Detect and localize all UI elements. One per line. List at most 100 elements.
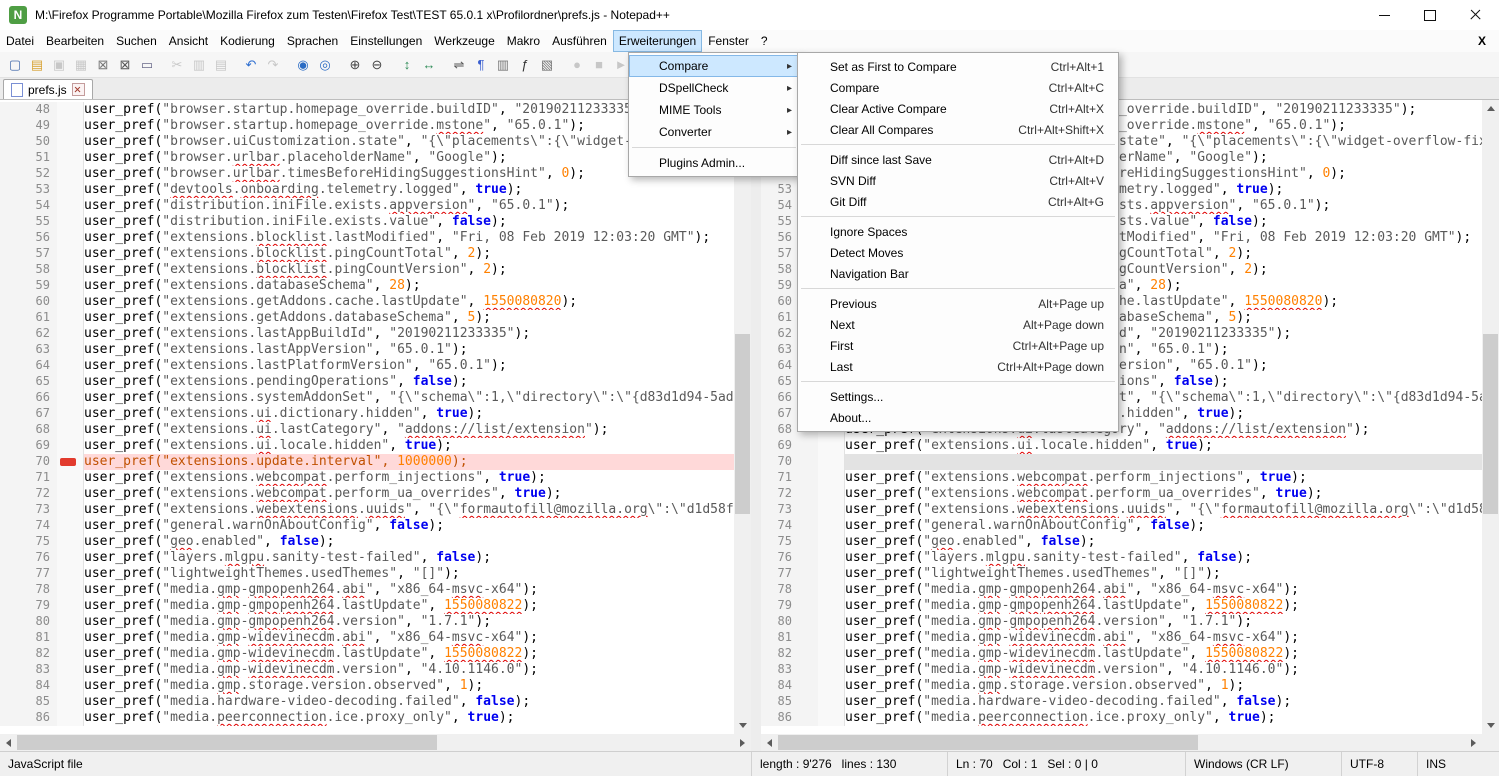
menu-einstellungen[interactable]: Einstellungen (344, 30, 428, 52)
code-line-83[interactable]: 83user_pref("media.gmp-widevinecdm.versi… (761, 662, 1482, 678)
code-line-69[interactable]: 69user_pref("extensions.ui.locale.hidden… (761, 438, 1482, 454)
code-line-78[interactable]: 78user_pref("media.gmp-gmpopenh264.abi",… (0, 582, 734, 598)
code-line-55[interactable]: 55user_pref("distribution.iniFile.exists… (0, 214, 734, 230)
code-line-70[interactable]: 70user_pref("extensions.update.interval"… (0, 454, 734, 470)
code-line-73[interactable]: 73user_pref("extensions.webextensions.uu… (0, 502, 734, 518)
status-insert-mode[interactable]: INS (1418, 752, 1499, 776)
menu-item-next[interactable]: NextAlt+Page down (798, 314, 1118, 335)
code-line-79[interactable]: 79user_pref("media.gmp-gmpopenh264.lastU… (761, 598, 1482, 614)
code-line-75[interactable]: 75user_pref("geo.enabled", false); (761, 534, 1482, 550)
open-file-icon[interactable]: ▤ (27, 55, 47, 75)
code-line-79[interactable]: 79user_pref("media.gmp-gmpopenh264.lastU… (0, 598, 734, 614)
show-all-characters-icon[interactable]: ¶ (471, 55, 491, 75)
left-vertical-scrollbar[interactable] (734, 100, 751, 734)
menu-werkzeuge[interactable]: Werkzeuge (428, 30, 500, 52)
menu-item-clear-all-compares[interactable]: Clear All ComparesCtrl+Alt+Shift+X (798, 119, 1118, 140)
undo-icon[interactable]: ↶ (241, 55, 261, 75)
code-line-56[interactable]: 56user_pref("extensions.blocklist.lastMo… (0, 230, 734, 246)
code-line-72[interactable]: 72user_pref("extensions.webcompat.perfor… (0, 486, 734, 502)
code-line-75[interactable]: 75user_pref("geo.enabled", false); (0, 534, 734, 550)
scrollbar-thumb[interactable] (1483, 334, 1498, 514)
scroll-right-arrow-icon[interactable] (734, 734, 751, 751)
code-line-58[interactable]: 58user_pref("extensions.blocklist.pingCo… (0, 262, 734, 278)
menu-item-navigation-bar[interactable]: Navigation Bar (798, 263, 1118, 284)
code-line-71[interactable]: 71user_pref("extensions.webcompat.perfor… (0, 470, 734, 486)
close-button[interactable] (1453, 0, 1499, 30)
menu-item-about[interactable]: About... (798, 407, 1118, 428)
scroll-left-arrow-icon[interactable] (761, 734, 778, 751)
print-icon[interactable]: ▭ (137, 55, 157, 75)
menu-item-svn-diff[interactable]: SVN DiffCtrl+Alt+V (798, 170, 1118, 191)
code-line-86[interactable]: 86user_pref("media.peerconnection.ice.pr… (0, 710, 734, 726)
menu-item-compare[interactable]: CompareCtrl+Alt+C (798, 77, 1118, 98)
code-line-66[interactable]: 66user_pref("extensions.systemAddonSet",… (0, 390, 734, 406)
code-line-63[interactable]: 63user_pref("extensions.lastAppVersion",… (0, 342, 734, 358)
code-line-70[interactable]: 70 (761, 454, 1482, 470)
code-line-85[interactable]: 85user_pref("media.hardware-video-decodi… (761, 694, 1482, 710)
menu-ansicht[interactable]: Ansicht (163, 30, 214, 52)
menu-sprachen[interactable]: Sprachen (281, 30, 344, 52)
pane-splitter[interactable] (751, 100, 761, 751)
menu-ausf-hren[interactable]: Ausführen (546, 30, 613, 52)
menu-item-plugins-admin[interactable]: Plugins Admin... (629, 152, 799, 174)
right-horizontal-scrollbar[interactable] (761, 734, 1482, 751)
new-file-icon[interactable]: ▢ (5, 55, 25, 75)
menu-item-settings[interactable]: Settings... (798, 386, 1118, 407)
tab-close-icon[interactable] (72, 83, 85, 96)
scroll-up-arrow-icon[interactable] (1482, 100, 1499, 117)
find-icon[interactable]: ◉ (293, 55, 313, 75)
code-line-73[interactable]: 73user_pref("extensions.webextensions.uu… (761, 502, 1482, 518)
menu-datei[interactable]: Datei (0, 30, 40, 52)
code-line-77[interactable]: 77user_pref("lightweightThemes.usedTheme… (0, 566, 734, 582)
menu-fenster[interactable]: Fenster (702, 30, 755, 52)
code-line-85[interactable]: 85user_pref("media.hardware-video-decodi… (0, 694, 734, 710)
code-line-82[interactable]: 82user_pref("media.gmp-widevinecdm.lastU… (761, 646, 1482, 662)
code-line-80[interactable]: 80user_pref("media.gmp-gmpopenh264.versi… (0, 614, 734, 630)
close-all-files-icon[interactable]: ⊠ (115, 55, 135, 75)
minimize-button[interactable] (1361, 0, 1407, 30)
close-file-icon[interactable]: ⊠ (93, 55, 113, 75)
code-line-74[interactable]: 74user_pref("general.warnOnAboutConfig",… (761, 518, 1482, 534)
code-line-49[interactable]: 49user_pref("browser.startup.homepage_ov… (0, 118, 734, 134)
code-line-61[interactable]: 61user_pref("extensions.getAddons.databa… (0, 310, 734, 326)
zoom-out-icon[interactable]: ⊖ (367, 55, 387, 75)
menu-item-git-diff[interactable]: Git DiffCtrl+Alt+G (798, 191, 1118, 212)
menu-item-dspellcheck[interactable]: DSpellCheck▸ (629, 77, 799, 99)
menu-makro[interactable]: Makro (501, 30, 546, 52)
code-line-81[interactable]: 81user_pref("media.gmp-widevinecdm.abi",… (0, 630, 734, 646)
code-line-78[interactable]: 78user_pref("media.gmp-gmpopenh264.abi",… (761, 582, 1482, 598)
code-line-67[interactable]: 67user_pref("extensions.ui.dictionary.hi… (0, 406, 734, 422)
code-line-84[interactable]: 84user_pref("media.gmp.storage.version.o… (0, 678, 734, 694)
left-editor-pane[interactable]: 48user_pref("browser.startup.homepage_ov… (0, 100, 734, 734)
code-line-76[interactable]: 76user_pref("layers.mlgpu.sanity-test-fa… (761, 550, 1482, 566)
status-encoding[interactable]: UTF-8 (1342, 752, 1418, 776)
code-line-82[interactable]: 82user_pref("media.gmp-widevinecdm.lastU… (0, 646, 734, 662)
menu-item-clear-active-compare[interactable]: Clear Active CompareCtrl+Alt+X (798, 98, 1118, 119)
menu-kodierung[interactable]: Kodierung (214, 30, 281, 52)
menu-bearbeiten[interactable]: Bearbeiten (40, 30, 110, 52)
code-line-80[interactable]: 80user_pref("media.gmp-gmpopenh264.versi… (761, 614, 1482, 630)
menu-item-first[interactable]: FirstCtrl+Alt+Page up (798, 335, 1118, 356)
code-line-86[interactable]: 86user_pref("media.peerconnection.ice.pr… (761, 710, 1482, 726)
code-line-52[interactable]: 52user_pref("browser.urlbar.timesBeforeH… (0, 166, 734, 182)
right-vertical-scrollbar[interactable] (1482, 100, 1499, 734)
scroll-right-arrow-icon[interactable] (1465, 734, 1482, 751)
code-line-65[interactable]: 65user_pref("extensions.pendingOperation… (0, 374, 734, 390)
sync-horizontal-scrolling-icon[interactable]: ↔ (419, 55, 439, 75)
menu-item-previous[interactable]: PreviousAlt+Page up (798, 293, 1118, 314)
sync-vertical-scrolling-icon[interactable]: ↕ (397, 55, 417, 75)
function-list-icon[interactable]: ƒ (515, 55, 535, 75)
code-line-54[interactable]: 54user_pref("distribution.iniFile.exists… (0, 198, 734, 214)
code-line-64[interactable]: 64user_pref("extensions.lastPlatformVers… (0, 358, 734, 374)
menubar-close-icon[interactable]: X (1473, 30, 1491, 52)
scroll-down-arrow-icon[interactable] (734, 717, 751, 734)
code-line-84[interactable]: 84user_pref("media.gmp.storage.version.o… (761, 678, 1482, 694)
code-line-74[interactable]: 74user_pref("general.warnOnAboutConfig",… (0, 518, 734, 534)
code-line-77[interactable]: 77user_pref("lightweightThemes.usedTheme… (761, 566, 1482, 582)
code-line-71[interactable]: 71user_pref("extensions.webcompat.perfor… (761, 470, 1482, 486)
menu-item-set-as-first-to-compare[interactable]: Set as First to CompareCtrl+Alt+1 (798, 56, 1118, 77)
menu-suchen[interactable]: Suchen (110, 30, 163, 52)
code-line-68[interactable]: 68user_pref("extensions.ui.lastCategory"… (0, 422, 734, 438)
code-line-50[interactable]: 50user_pref("browser.uiCustomization.sta… (0, 134, 734, 150)
scroll-down-arrow-icon[interactable] (1482, 717, 1499, 734)
